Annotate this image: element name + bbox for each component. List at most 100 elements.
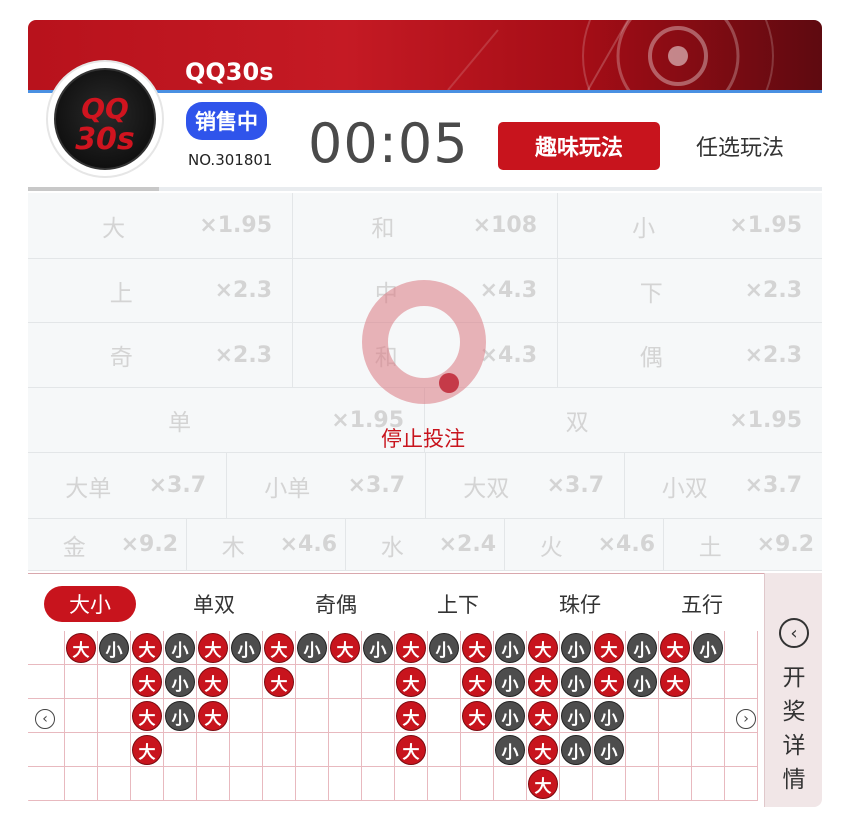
bet-odds: ×2.3 — [214, 342, 272, 368]
result-ball-big: 大 — [396, 667, 426, 697]
trend-grid-cell — [28, 631, 65, 665]
loading-dot — [439, 373, 459, 393]
result-ball-big: 大 — [264, 667, 294, 697]
bet-odds: ×2.3 — [744, 278, 802, 303]
trend-grid-cell — [296, 733, 329, 767]
bet-name: 大单 — [65, 475, 112, 502]
bet-name: 大 — [102, 215, 126, 242]
trend-grid-cell — [395, 767, 428, 801]
bet-option[interactable]: 金 ×9.2 — [28, 519, 187, 571]
bet-name: 水 — [380, 534, 404, 561]
trend-grid-cell — [296, 767, 329, 801]
result-ball-small: 小 — [363, 633, 393, 663]
bet-odds: ×2.4 — [438, 532, 496, 557]
bet-option[interactable]: 小单 ×3.7 — [227, 453, 426, 519]
result-ball-big: 大 — [132, 633, 162, 663]
trend-grid-cell — [296, 665, 329, 699]
trend-grid-cell — [593, 767, 626, 801]
trend-grid-cell — [461, 733, 494, 767]
result-ball-big: 大 — [594, 667, 624, 697]
result-ball-small: 小 — [693, 633, 723, 663]
bet-option[interactable]: 土 ×9.2 — [664, 519, 822, 571]
bet-option[interactable]: 和 ×108 — [293, 193, 558, 259]
trend-grid-cell — [65, 665, 98, 699]
trend-tab-odd-even[interactable]: 奇偶 — [290, 586, 382, 622]
issue-number: NO.301801 — [188, 151, 273, 169]
trend-grid-cell — [230, 733, 263, 767]
bet-name: 上 — [109, 280, 133, 307]
bet-row-big-small: 大 ×1.95 和 ×108 小 ×1.95 — [28, 193, 822, 259]
trend-grid-cell — [131, 767, 164, 801]
bet-option[interactable]: 大单 ×3.7 — [28, 453, 227, 519]
bet-option[interactable]: 奇 ×2.3 — [28, 323, 293, 388]
result-ball-big: 大 — [528, 633, 558, 663]
result-ball-small: 小 — [165, 667, 195, 697]
bet-option[interactable]: 上 ×2.3 — [28, 259, 293, 323]
tab-fun-play[interactable]: 趣味玩法 — [498, 122, 660, 170]
result-ball-small: 小 — [495, 701, 525, 731]
bet-option[interactable]: 火 ×4.6 — [505, 519, 664, 571]
bet-name: 奇 — [109, 345, 133, 371]
logo-disc: QQ 30s — [54, 68, 156, 170]
result-ball-small: 小 — [594, 735, 624, 765]
trend-grid-cell — [725, 767, 758, 801]
trend-grid-cell — [263, 767, 296, 801]
bet-option[interactable]: 水 ×2.4 — [346, 519, 505, 571]
result-ball-small: 小 — [561, 701, 591, 731]
result-ball-big: 大 — [198, 701, 228, 731]
trend-grid-cell — [428, 665, 461, 699]
trend-grid-cell — [98, 733, 131, 767]
draw-details-label: 开 奖 详 情 — [782, 661, 806, 797]
tab-free-play[interactable]: 任选玩法 — [680, 126, 800, 166]
result-ball-big: 大 — [396, 735, 426, 765]
result-ball-small: 小 — [99, 633, 129, 663]
trend-tab-five-elements[interactable]: 五行 — [656, 586, 748, 622]
result-ball-small: 小 — [561, 735, 591, 765]
bet-option[interactable]: 单 ×1.95 — [28, 388, 425, 453]
bet-option[interactable]: 小双 ×3.7 — [625, 453, 822, 519]
trend-grid-cell — [296, 699, 329, 733]
result-ball-small: 小 — [627, 633, 657, 663]
draw-details-panel[interactable]: ‹ 开 奖 详 情 — [764, 573, 822, 807]
result-ball-small: 小 — [429, 633, 459, 663]
result-ball-small: 小 — [594, 701, 624, 731]
trend-tab-beads[interactable]: 珠仔 — [534, 586, 626, 622]
trend-tab-single-double[interactable]: 单双 — [168, 586, 260, 622]
trend-grid-cell — [98, 699, 131, 733]
trend-tab-big-small[interactable]: 大小 — [44, 586, 136, 622]
trend-grid-cell — [98, 665, 131, 699]
result-ball-small: 小 — [561, 633, 591, 663]
bet-option[interactable]: 大双 ×3.7 — [426, 453, 625, 519]
trend-grid-cell — [230, 665, 263, 699]
chevron-left-circle-icon: ‹ — [779, 618, 809, 648]
trend-grid-cell — [362, 699, 395, 733]
result-ball-big: 大 — [396, 633, 426, 663]
bet-odds: ×3.7 — [148, 473, 206, 498]
result-ball-small: 小 — [165, 633, 195, 663]
trend-grid-cell — [461, 767, 494, 801]
trend-tab-up-down[interactable]: 上下 — [412, 586, 504, 622]
bet-option[interactable]: 小 ×1.95 — [558, 193, 822, 259]
result-ball-big: 大 — [594, 633, 624, 663]
trend-grid-cell — [263, 699, 296, 733]
bet-option[interactable]: 下 ×2.3 — [558, 259, 822, 323]
bet-option[interactable]: 大 ×1.95 — [28, 193, 293, 259]
game-logo: QQ 30s — [48, 62, 162, 176]
bet-odds: ×108 — [472, 213, 537, 238]
bet-option[interactable]: 双 ×1.95 — [425, 388, 822, 453]
result-ball-big: 大 — [132, 735, 162, 765]
trend-grid-cell — [626, 767, 659, 801]
trend-grid-cell — [725, 665, 758, 699]
side-label-char: 情 — [782, 767, 806, 793]
chevron-right-icon[interactable]: › — [736, 709, 756, 729]
trend-grid-cell — [197, 733, 230, 767]
chevron-left-icon[interactable]: ‹ — [35, 709, 55, 729]
bet-option[interactable]: 偶 ×2.3 — [558, 323, 822, 388]
bet-name: 和 — [371, 215, 395, 242]
result-ball-small: 小 — [495, 667, 525, 697]
bet-odds: ×4.3 — [479, 278, 537, 303]
trend-grid-cell — [28, 733, 65, 767]
result-ball-big: 大 — [528, 701, 558, 731]
bet-option[interactable]: 木 ×4.6 — [187, 519, 346, 571]
game-card: QQ 30s QQ30s 销售中 NO.301801 00:05 趣味玩法 任选… — [28, 20, 822, 807]
